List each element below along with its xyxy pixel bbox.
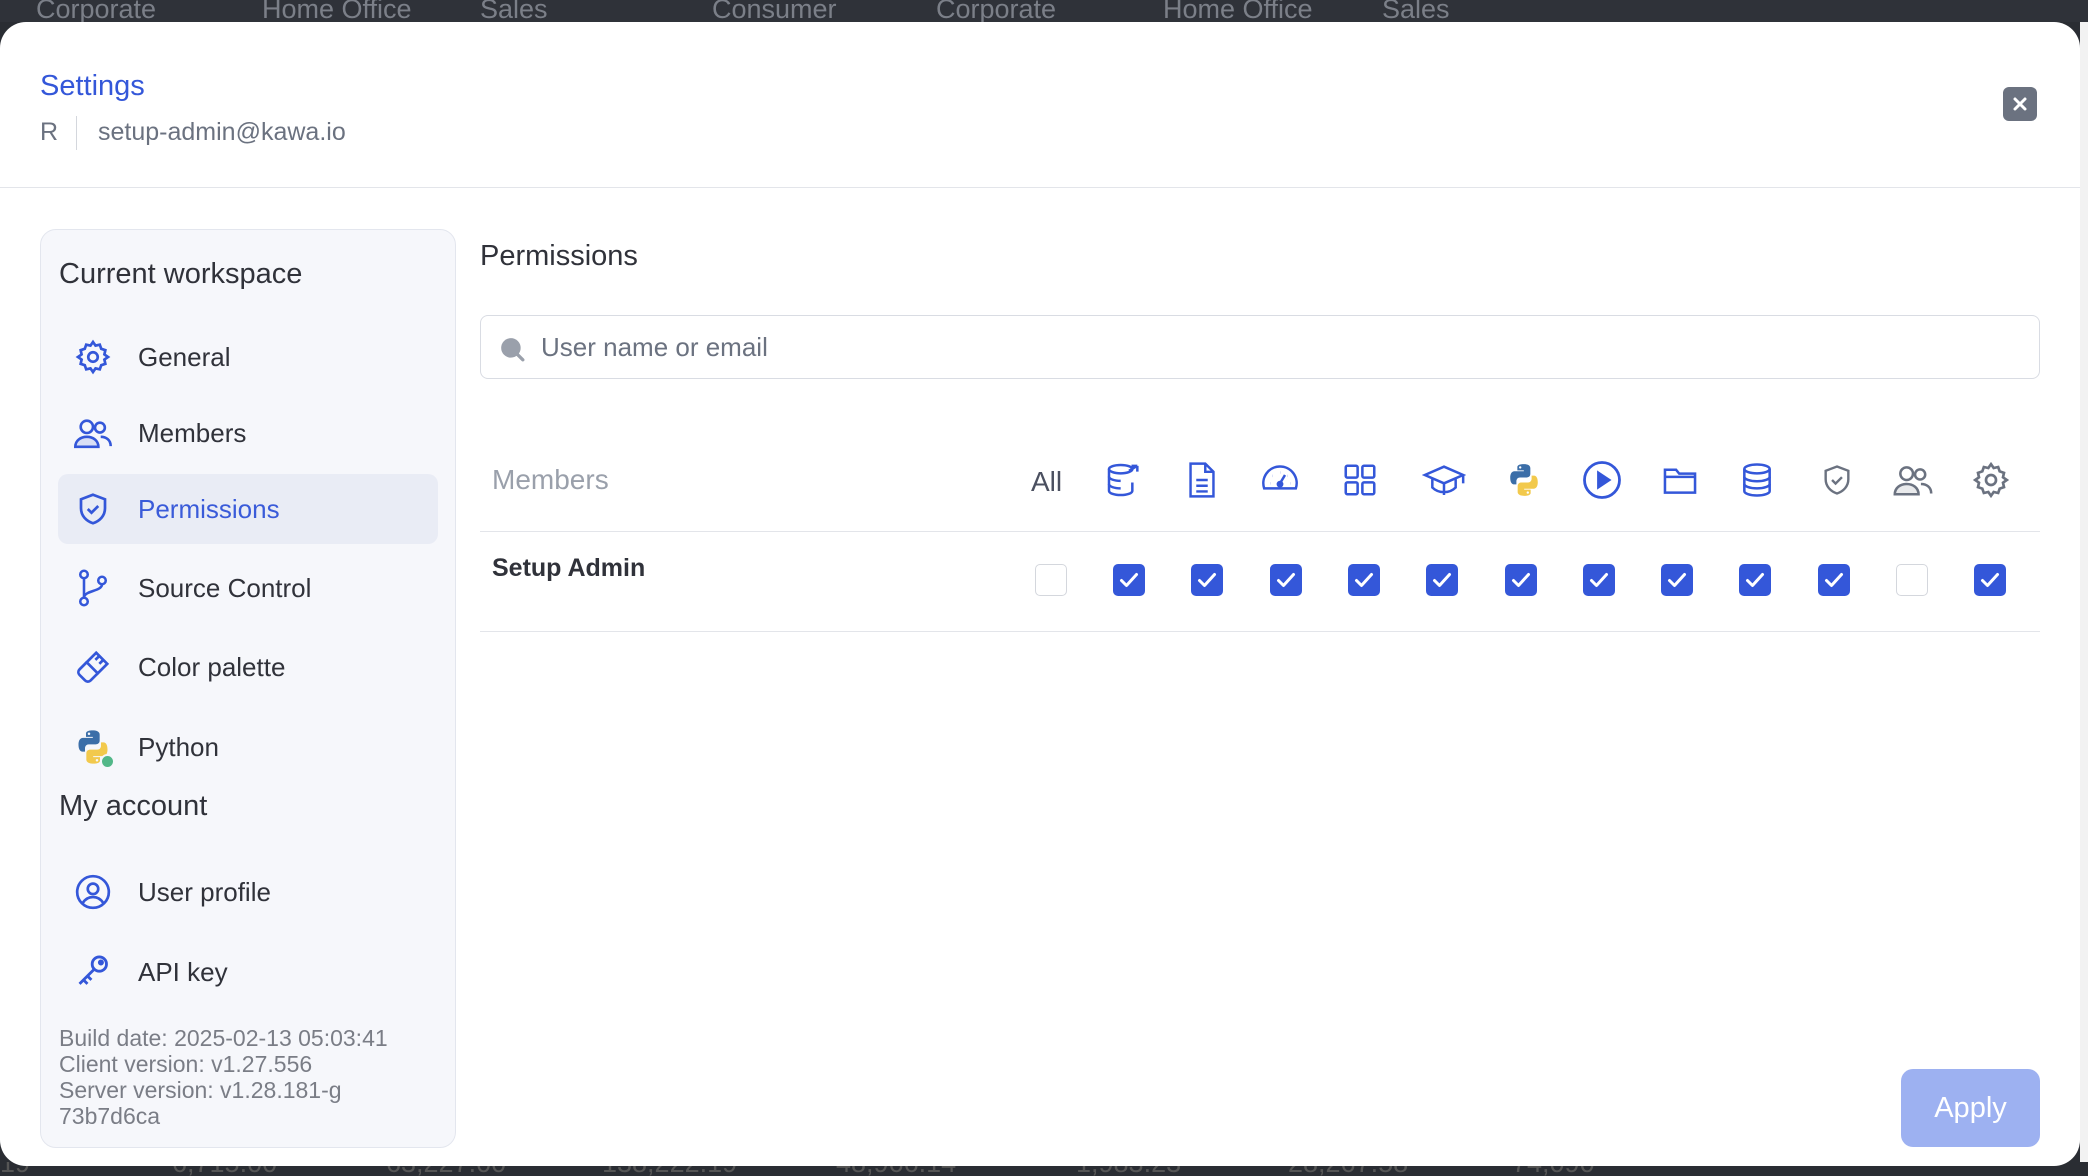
database-icon <box>1735 458 1779 502</box>
settings-sidebar: Current workspace General Members Permis… <box>40 229 456 1148</box>
gear-icon <box>72 336 114 378</box>
paintbrush-icon <box>72 646 114 688</box>
database-export-icon <box>1102 458 1146 502</box>
git-branch-icon <box>72 567 114 609</box>
account-heading: My account <box>59 790 208 822</box>
bg-cell: Sales <box>480 0 548 22</box>
grid-icon <box>1338 458 1382 502</box>
graduation-cap-icon <box>1422 458 1466 502</box>
permission-checkbox[interactable] <box>1583 564 1615 596</box>
sidebar-item-api-key[interactable]: API key <box>58 937 438 1007</box>
user-circle-icon <box>72 871 114 913</box>
permission-checkbox[interactable] <box>1348 564 1380 596</box>
sidebar-item-label: Color palette <box>138 651 286 682</box>
document-icon <box>1180 458 1224 502</box>
bg-cell: Home Office <box>262 0 412 22</box>
modal-header: Settings R setup-admin@kawa.io <box>0 22 2080 188</box>
sidebar-item-source-control[interactable]: Source Control <box>58 553 438 623</box>
sidebar-item-label: API key <box>138 956 228 987</box>
sidebar-item-general[interactable]: General <box>58 322 438 392</box>
settings-modal: Settings R setup-admin@kawa.io Current w… <box>0 22 2080 1166</box>
users-icon <box>1891 458 1935 502</box>
apply-button[interactable]: Apply <box>1901 1069 2040 1147</box>
build-info: Build date: 2025-02-13 05:03:41 Client v… <box>59 1025 439 1129</box>
user-initial: R <box>40 118 59 146</box>
modal-title: Settings <box>40 70 145 102</box>
gear-icon <box>1969 458 2013 502</box>
sidebar-item-label: Python <box>138 731 219 762</box>
users-icon <box>72 412 114 454</box>
folder-icon <box>1658 458 1702 502</box>
permission-checkbox[interactable] <box>1661 564 1693 596</box>
shield-icon <box>72 488 114 530</box>
permission-checkbox[interactable] <box>1739 564 1771 596</box>
page-title: Permissions <box>480 240 638 272</box>
header-divider <box>76 116 77 150</box>
key-icon <box>72 951 114 993</box>
sidebar-item-members[interactable]: Members <box>58 398 438 468</box>
sidebar-item-label: User profile <box>138 876 271 907</box>
background-table-edge <box>2080 22 2088 1162</box>
python-icon <box>1502 458 1546 502</box>
server-version: Server version: v1.28.181-g73b7d6ca <box>59 1077 342 1129</box>
permission-checkbox[interactable] <box>1191 564 1223 596</box>
close-button[interactable] <box>2003 87 2037 121</box>
permission-checkbox[interactable] <box>1505 564 1537 596</box>
build-date: Build date: 2025-02-13 05:03:41 <box>59 1025 388 1051</box>
sidebar-item-label: General <box>138 341 231 372</box>
workspace-heading: Current workspace <box>59 258 303 290</box>
python-status-dot <box>100 754 115 769</box>
sidebar-item-label: Source Control <box>138 572 312 603</box>
sidebar-item-label: Members <box>138 417 247 448</box>
search-box <box>480 315 2040 379</box>
python-icon <box>72 726 115 769</box>
search-input[interactable] <box>541 316 2021 378</box>
members-column-header: Members <box>492 464 609 495</box>
bg-cell: Home Office <box>1163 0 1313 22</box>
permission-checkbox[interactable] <box>1896 564 1928 596</box>
sidebar-item-permissions[interactable]: Permissions <box>58 474 438 544</box>
close-icon <box>2013 97 2027 111</box>
table-row: Setup Admin <box>480 532 2040 632</box>
permission-checkbox[interactable] <box>1426 564 1458 596</box>
sidebar-item-user-profile[interactable]: User profile <box>58 857 438 927</box>
permission-checkbox[interactable] <box>1113 564 1145 596</box>
permissions-table-header: Members All <box>480 436 2040 532</box>
permission-checkbox[interactable] <box>1974 564 2006 596</box>
shield-icon <box>1815 458 1859 502</box>
member-name: Setup Admin <box>492 554 646 582</box>
dashboard-gauge-icon <box>1258 458 1302 502</box>
all-permissions-checkbox[interactable] <box>1035 564 1067 596</box>
sidebar-item-python[interactable]: Python <box>58 712 438 782</box>
bg-cell: Sales <box>1382 0 1450 22</box>
all-column-header: All <box>1031 466 1063 497</box>
client-version: Client version: v1.27.556 <box>59 1051 313 1077</box>
user-email: setup-admin@kawa.io <box>98 118 346 146</box>
sidebar-item-color-palette[interactable]: Color palette <box>58 632 438 702</box>
search-icon <box>501 338 525 362</box>
permission-checkbox[interactable] <box>1818 564 1850 596</box>
bg-cell: Corporate <box>936 0 1057 22</box>
background-table-header: Corporate Home Office Sales Consumer Cor… <box>0 0 2088 22</box>
bg-cell: Corporate <box>36 0 157 22</box>
bg-cell: Consumer <box>712 0 837 22</box>
permission-checkbox[interactable] <box>1270 564 1302 596</box>
play-circle-icon <box>1580 458 1624 502</box>
sidebar-item-label: Permissions <box>138 493 280 524</box>
